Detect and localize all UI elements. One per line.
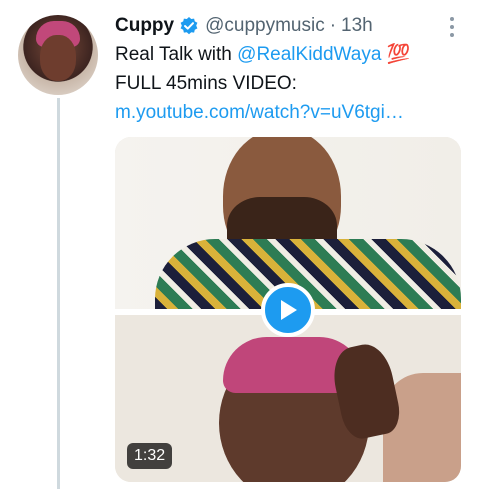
- tweet-text: Real Talk with @RealKiddWaya 💯 FULL 45mi…: [115, 40, 465, 127]
- tweet-timestamp[interactable]: 13h: [341, 15, 373, 37]
- avatar-face: [40, 35, 76, 81]
- mention-link[interactable]: @RealKiddWaya: [237, 44, 381, 65]
- author-name[interactable]: Cuppy: [115, 15, 174, 37]
- video-duration: 1:32: [127, 443, 173, 469]
- play-icon: [281, 300, 297, 320]
- tweet-text-line-2: FULL 45mins VIDEO:: [115, 73, 297, 94]
- author-handle[interactable]: @cuppymusic: [205, 15, 325, 37]
- verified-badge-icon: [179, 16, 199, 36]
- tweet-header: Cuppy @cuppymusic · 13h: [115, 12, 373, 40]
- play-button[interactable]: [261, 283, 315, 337]
- thread-connector-line: [57, 98, 60, 489]
- avatar[interactable]: [18, 15, 98, 95]
- video-player[interactable]: 1:32: [115, 137, 461, 482]
- youtube-link[interactable]: m.youtube.com/watch?v=uV6tgi…: [115, 98, 465, 127]
- more-vertical-icon[interactable]: [440, 12, 464, 42]
- header-separator: ·: [329, 15, 337, 36]
- tweet-text-line-1: Real Talk with @RealKiddWaya 💯: [115, 40, 465, 69]
- tweet-text-prefix: Real Talk with: [115, 44, 238, 65]
- hundred-points-emoji: 💯: [386, 44, 411, 65]
